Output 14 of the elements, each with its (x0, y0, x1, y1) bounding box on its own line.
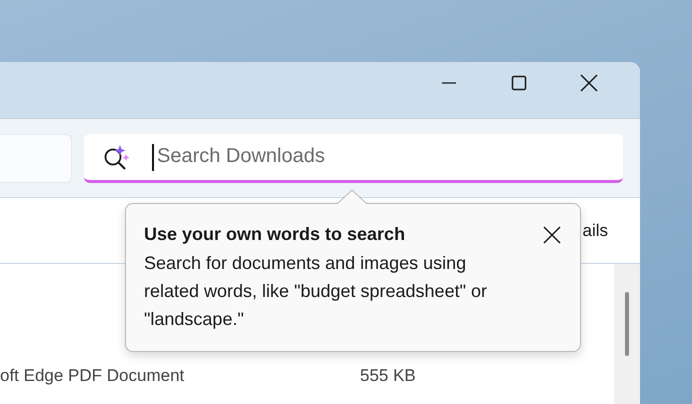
close-icon (580, 74, 598, 92)
text-cursor (152, 144, 154, 170)
scrollbar[interactable] (614, 264, 640, 404)
ai-search-icon (102, 144, 132, 172)
search-field[interactable]: Search Downloads (84, 134, 623, 182)
table-cell: 555 KB (360, 366, 416, 386)
tip-body: Search for documents and images using related words, like "budget spreadsheet" or "landscape." (144, 252, 488, 331)
details-label[interactable]: ails (582, 220, 608, 240)
scrollbar-thumb[interactable] (625, 292, 629, 356)
minimize-icon (442, 82, 456, 84)
maximize-icon (511, 75, 527, 91)
close-icon (543, 226, 561, 244)
table-cell-text: oft Edge PDF Document (0, 366, 186, 386)
tip-title: Use your own words to search (144, 224, 406, 245)
